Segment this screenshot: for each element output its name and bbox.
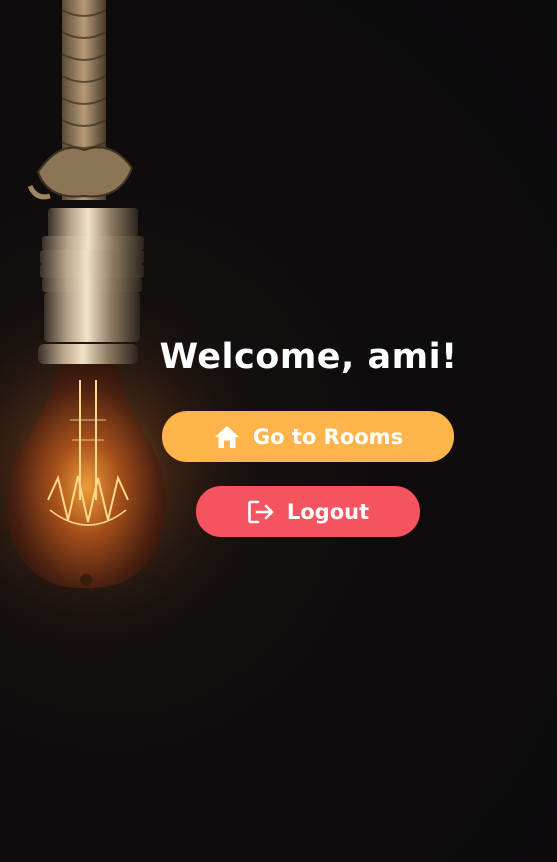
logout-button[interactable]: Logout xyxy=(196,486,420,537)
go-to-rooms-button[interactable]: Go to Rooms xyxy=(162,411,454,462)
welcome-heading: Welcome, ami! xyxy=(159,337,458,377)
go-to-rooms-label: Go to Rooms xyxy=(252,424,404,449)
logout-label: Logout xyxy=(286,499,370,524)
logout-icon xyxy=(247,498,275,526)
home-icon xyxy=(213,423,241,451)
welcome-screen: Welcome, ami! Go to Rooms Logout xyxy=(0,0,557,862)
